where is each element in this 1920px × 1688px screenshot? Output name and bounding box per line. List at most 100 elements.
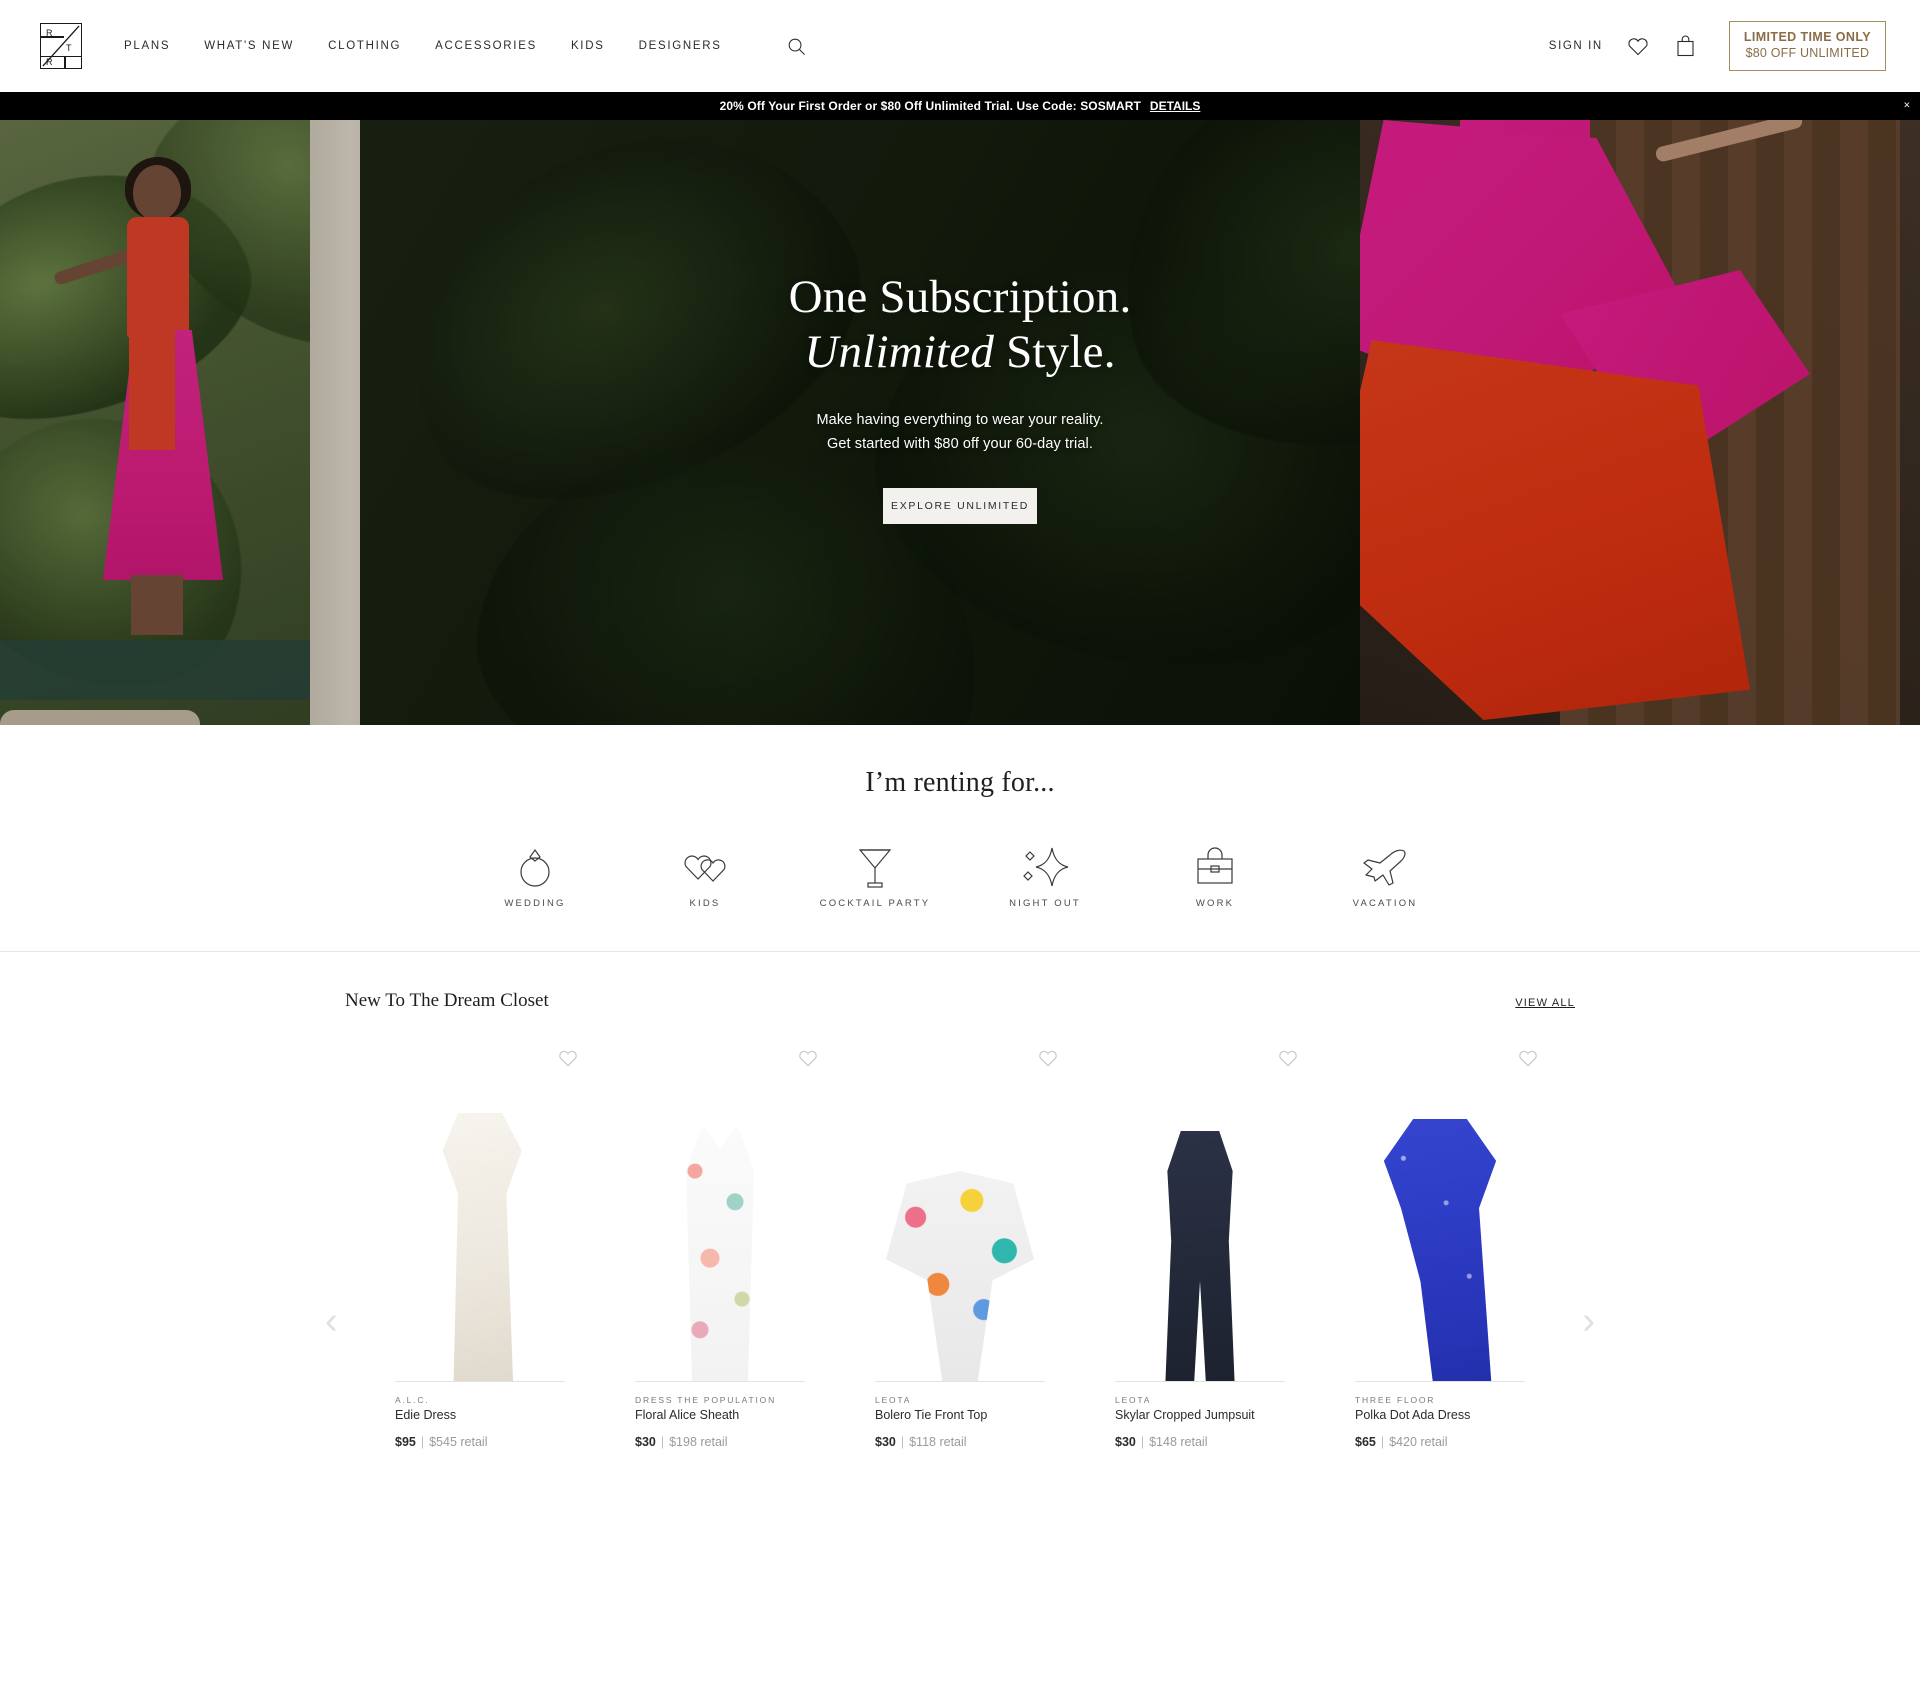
product-rental-price: $30 bbox=[635, 1435, 656, 1449]
shopping-bag-icon[interactable] bbox=[1673, 33, 1699, 59]
category-night-out[interactable]: NIGHT OUT bbox=[960, 841, 1130, 911]
garment-image bbox=[1165, 1131, 1235, 1381]
product-name: Edie Dress bbox=[395, 1408, 457, 1422]
category-label: WEDDING bbox=[504, 898, 566, 909]
product-name: Bolero Tie Front Top bbox=[875, 1408, 988, 1422]
category-label: KIDS bbox=[689, 898, 721, 909]
search-icon[interactable] bbox=[786, 35, 808, 57]
product-image[interactable] bbox=[875, 1044, 1057, 1382]
product-price: $65 | $420 retail bbox=[1355, 1435, 1525, 1449]
limited-time-promo-button[interactable]: LIMITED TIME ONLY $80 OFF UNLIMITED bbox=[1728, 20, 1886, 72]
product-image[interactable] bbox=[1355, 1044, 1537, 1382]
sign-in-link[interactable]: SIGN IN bbox=[1549, 40, 1603, 52]
product-retail-price: $198 retail bbox=[669, 1435, 728, 1449]
category-row: WEDDING KIDS COCKTAIL PARTY NIGHT OUT WO… bbox=[0, 841, 1920, 911]
explore-unlimited-button[interactable]: EXPLORE UNLIMITED bbox=[883, 487, 1037, 524]
price-separator: | bbox=[420, 1435, 425, 1449]
category-vacation[interactable]: VACATION bbox=[1300, 841, 1470, 911]
hero-headline: One Subscription. Unlimited Style. bbox=[0, 270, 1920, 381]
nav-item-whats-new[interactable]: WHAT'S NEW bbox=[204, 40, 294, 52]
favorite-glyph-icon bbox=[1039, 1050, 1057, 1067]
product-card[interactable]: DRESS THE POPULATION Floral Alice Sheath… bbox=[600, 1044, 840, 1449]
product-name: Skylar Cropped Jumpsuit bbox=[1115, 1408, 1255, 1422]
product-name: Floral Alice Sheath bbox=[635, 1408, 740, 1422]
product-brand: DRESS THE POPULATION bbox=[635, 1395, 777, 1405]
product-retail-price: $545 retail bbox=[429, 1435, 488, 1449]
favorite-glyph-icon bbox=[1279, 1050, 1297, 1067]
price-separator: | bbox=[900, 1435, 905, 1449]
product-list: A.L.C. Edie Dress $95 | $545 retail DRES… bbox=[0, 1044, 1920, 1449]
sparkles-icon bbox=[960, 841, 1130, 893]
heart-icon[interactable] bbox=[797, 1048, 819, 1070]
product-image[interactable] bbox=[1115, 1044, 1297, 1382]
hero-headline-line-1: One Subscription. bbox=[788, 271, 1132, 323]
heart-icon[interactable] bbox=[1517, 1048, 1539, 1070]
product-card[interactable]: THREE FLOOR Polka Dot Ada Dress $65 | $420… bbox=[1320, 1044, 1560, 1449]
favorite-glyph-icon bbox=[1519, 1050, 1537, 1067]
category-label: COCKTAIL PARTY bbox=[819, 898, 931, 909]
product-rental-price: $30 bbox=[875, 1435, 896, 1449]
hero-headline-italic-word: Unlimited bbox=[804, 326, 995, 379]
product-price: $95 | $545 retail bbox=[395, 1435, 565, 1449]
view-all-link[interactable]: VIEW ALL bbox=[1515, 997, 1575, 1009]
category-label: VACATION bbox=[1352, 898, 1418, 909]
nav-item-kids[interactable]: KIDS bbox=[571, 40, 605, 52]
renting-for-section: I’m renting for... WEDDING KIDS COCKTAIL… bbox=[0, 725, 1920, 952]
product-card[interactable]: A.L.C. Edie Dress $95 | $545 retail bbox=[360, 1044, 600, 1449]
product-card[interactable]: LEOTA Bolero Tie Front Top $30 | $118 reta… bbox=[840, 1044, 1080, 1449]
category-wedding[interactable]: WEDDING bbox=[450, 841, 620, 911]
heart-icon[interactable] bbox=[557, 1048, 579, 1070]
search-glyph-icon bbox=[788, 38, 806, 55]
ring-icon bbox=[450, 841, 620, 893]
product-meta: THREE FLOOR Polka Dot Ada Dress $65 | $420… bbox=[1355, 1395, 1525, 1449]
briefcase-icon bbox=[1130, 841, 1300, 893]
product-name: Polka Dot Ada Dress bbox=[1355, 1408, 1471, 1422]
heart-icon[interactable] bbox=[1277, 1048, 1299, 1070]
product-retail-price: $420 retail bbox=[1389, 1435, 1448, 1449]
product-retail-price: $118 retail bbox=[909, 1435, 967, 1449]
product-meta: LEOTA Bolero Tie Front Top $30 | $118 reta… bbox=[875, 1395, 1045, 1449]
products-section: New To The Dream Closet VIEW ALL ‹ › A.L… bbox=[0, 952, 1920, 1449]
category-cocktail-party[interactable]: COCKTAIL PARTY bbox=[790, 841, 960, 911]
product-image[interactable] bbox=[395, 1044, 577, 1382]
product-rental-price: $95 bbox=[395, 1435, 416, 1449]
hearts-glyph-icon bbox=[684, 855, 726, 882]
product-image[interactable] bbox=[635, 1044, 817, 1382]
logo-letter-r-top: R bbox=[46, 28, 53, 38]
close-icon[interactable]: × bbox=[1904, 100, 1910, 112]
sparkles-glyph-icon bbox=[1023, 847, 1069, 887]
category-kids[interactable]: KIDS bbox=[620, 841, 790, 911]
martini-glyph-icon bbox=[858, 849, 892, 888]
nav-item-plans[interactable]: PLANS bbox=[124, 40, 170, 52]
renting-for-title: I’m renting for... bbox=[865, 767, 1055, 798]
product-brand: A.L.C. bbox=[395, 1395, 430, 1405]
airplane-icon bbox=[1300, 841, 1470, 893]
promo-banner-details-link[interactable]: DETAILS bbox=[1150, 99, 1200, 113]
ring-glyph-icon bbox=[520, 848, 550, 887]
promo-banner-text: 20% Off Your First Order or $80 Off Unli… bbox=[719, 99, 1141, 113]
product-rental-price: $30 bbox=[1115, 1435, 1136, 1449]
nav-item-designers[interactable]: DESIGNERS bbox=[639, 40, 722, 52]
category-label: NIGHT OUT bbox=[1009, 898, 1081, 909]
rtr-logo[interactable]: R T R bbox=[40, 23, 82, 69]
product-meta: DRESS THE POPULATION Floral Alice Sheath… bbox=[635, 1395, 805, 1449]
product-card[interactable]: LEOTA Skylar Cropped Jumpsuit $30 | $148 r… bbox=[1080, 1044, 1320, 1449]
hero-headline-line-2-rest: Style. bbox=[994, 326, 1116, 379]
category-label: WORK bbox=[1195, 898, 1235, 909]
nav-item-clothing[interactable]: CLOTHING bbox=[328, 40, 401, 52]
main-navigation: PLANS WHAT'S NEW CLOTHING ACCESSORIES KI… bbox=[124, 35, 808, 57]
bag-glyph-icon bbox=[1677, 35, 1694, 57]
category-work[interactable]: WORK bbox=[1130, 841, 1300, 911]
carousel-next-arrow-icon[interactable]: › bbox=[1582, 1302, 1595, 1340]
carousel-prev-arrow-icon[interactable]: ‹ bbox=[325, 1302, 338, 1340]
promo-line-1: LIMITED TIME ONLY bbox=[1743, 29, 1871, 44]
garment-image bbox=[886, 1171, 1034, 1381]
product-price: $30 | $118 retail bbox=[875, 1435, 1045, 1449]
promo-line-2: $80 OFF UNLIMITED bbox=[1745, 45, 1870, 60]
heart-icon[interactable] bbox=[1037, 1048, 1059, 1070]
product-price: $30 | $198 retail bbox=[635, 1435, 805, 1449]
nav-item-accessories[interactable]: ACCESSORIES bbox=[435, 40, 537, 52]
wishlist-heart-icon[interactable] bbox=[1625, 33, 1651, 59]
site-header: R T R PLANS WHAT'S NEW CLOTHING ACCESSOR… bbox=[0, 0, 1920, 92]
hero-content: One Subscription. Unlimited Style. Make … bbox=[0, 270, 1920, 524]
